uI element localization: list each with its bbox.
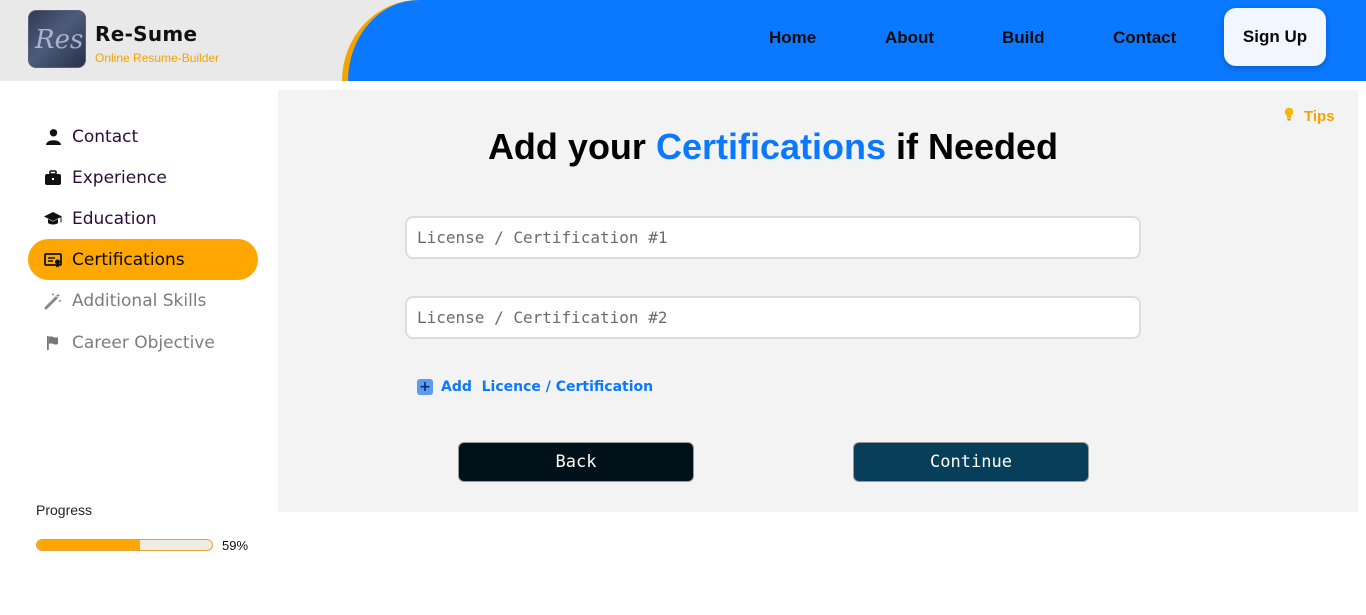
sidebar-item-label: Certifications — [72, 249, 185, 270]
nav-build[interactable]: Build — [1002, 28, 1045, 48]
nav-home[interactable]: Home — [769, 28, 816, 48]
progress-percent: 59% — [222, 538, 249, 553]
certification-1-input[interactable] — [405, 216, 1141, 259]
brand-tagline: Online Resume-Builder — [95, 51, 220, 65]
certificate-icon — [43, 250, 63, 270]
lightbulb-icon — [1284, 107, 1294, 125]
sidebar-item-career-objective[interactable]: Career Objective — [28, 322, 258, 363]
continue-button[interactable]: Continue — [853, 442, 1089, 482]
sidebar-item-experience[interactable]: Experience — [28, 157, 258, 198]
page-title: Add your Certifications if Needed — [278, 126, 1268, 168]
progress-bar — [36, 539, 213, 551]
header-nav-bar — [342, 0, 1366, 81]
title-post: if Needed — [896, 126, 1059, 167]
title-pre: Add your — [487, 126, 646, 167]
sidebar-item-label: Education — [72, 208, 157, 229]
nav-about[interactable]: About — [885, 28, 934, 48]
briefcase-icon — [43, 168, 63, 188]
certification-2-input[interactable] — [405, 296, 1141, 339]
sidebar-item-contact[interactable]: Contact — [28, 116, 258, 157]
add-certification-link[interactable]: + Add Licence / Certification — [417, 379, 653, 395]
sign-up-button[interactable]: Sign Up — [1224, 8, 1326, 66]
sidebar-item-certifications[interactable]: Certifications — [28, 239, 258, 280]
magic-wand-icon — [43, 291, 63, 311]
tips-label: Tips — [1304, 107, 1335, 125]
user-icon — [43, 127, 63, 147]
sidebar-item-education[interactable]: Education — [28, 198, 258, 239]
sidebar-item-label: Additional Skills — [72, 290, 207, 311]
title-highlight: Certifications — [655, 126, 886, 167]
sidebar-item-label: Career Objective — [72, 332, 215, 353]
sidebar-item-label: Contact — [72, 126, 139, 147]
nav-contact[interactable]: Contact — [1113, 28, 1176, 48]
header: Res Re-Sume Online Resume-Builder Home A… — [0, 0, 1366, 81]
brand-name: Re-Sume — [95, 22, 198, 46]
sidebar-item-label: Experience — [72, 167, 167, 188]
logo[interactable]: Res — [28, 10, 86, 68]
add-certification-label: Add Licence / Certification — [441, 379, 654, 395]
sidebar-item-additional-skills[interactable]: Additional Skills — [28, 280, 258, 321]
progress-bar-fill — [37, 540, 141, 550]
flag-icon — [43, 333, 63, 353]
logo-text: Res — [35, 25, 84, 55]
progress-label: Progress — [36, 502, 93, 518]
certifications-form-panel: Tips Add your Certifications if Needed +… — [278, 90, 1358, 512]
tips-button[interactable]: Tips — [1284, 107, 1335, 125]
back-button[interactable]: Back — [458, 442, 694, 482]
graduation-cap-icon — [43, 209, 63, 229]
plus-square-icon: + — [417, 379, 433, 395]
